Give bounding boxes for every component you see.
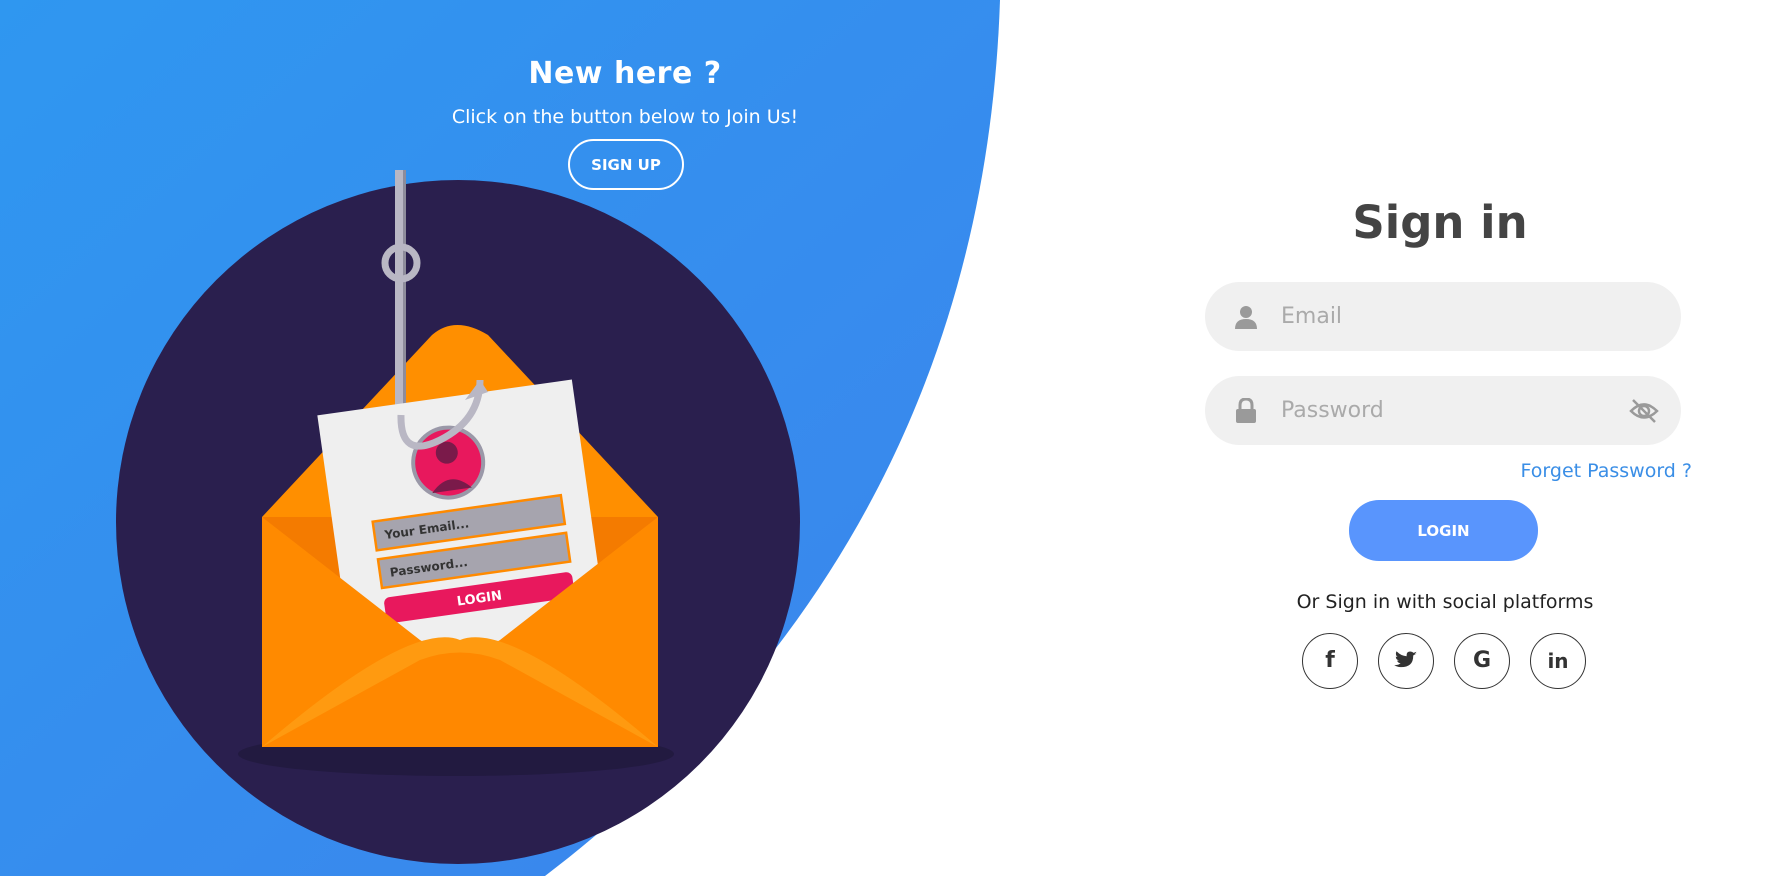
lock-icon [1236,398,1256,423]
twitter-icon[interactable] [1378,633,1434,689]
google-glyph: G [1472,648,1492,673]
signin-form: Sign in Forget Password ? LOGIN Or Sign … [1200,190,1700,710]
forgot-password-link[interactable]: Forget Password ? [1500,460,1692,482]
signin-title: Sign in [1352,196,1528,249]
social-text: Or Sign in with social platforms [1296,591,1594,613]
twitter-bird-glyph [1394,651,1417,668]
panel-text: Click on the button below to Join Us! [451,106,799,128]
email-field[interactable] [1205,282,1681,351]
facebook-icon[interactable]: f [1302,633,1358,689]
social-media-links: f G in [1302,633,1602,693]
password-field[interactable] [1205,376,1681,445]
eye-slash-icon[interactable] [1629,397,1659,425]
password-input[interactable] [1281,376,1611,445]
google-icon[interactable]: G [1454,633,1510,689]
panel-title: New here ? [528,56,722,91]
login-button[interactable]: LOGIN [1349,500,1538,561]
user-icon [1235,306,1257,329]
facebook-glyph: f [1325,648,1335,673]
linkedin-glyph: in [1547,649,1569,673]
email-input[interactable] [1281,282,1611,351]
linkedin-icon[interactable]: in [1530,633,1586,689]
left-panel: New here ? Click on the button below to … [0,0,1000,876]
phishing-illustration: Your Email... Password... LOGIN [116,170,800,864]
